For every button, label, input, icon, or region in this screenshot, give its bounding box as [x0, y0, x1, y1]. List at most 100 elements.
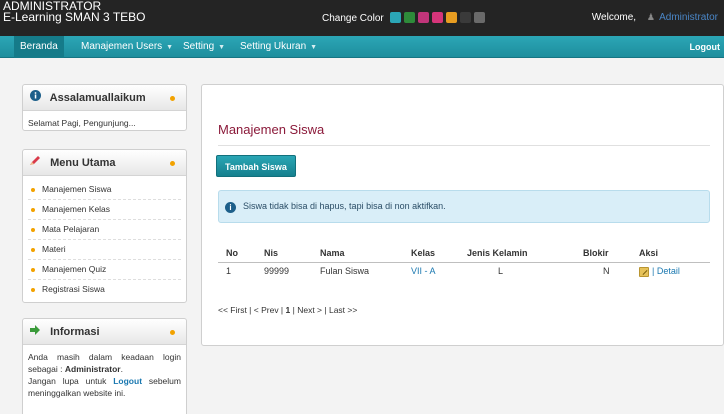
info-line2: Jangan lupa untuk — [28, 376, 114, 386]
menu-item-mata-pelajaran[interactable]: Mata Pelajaran — [28, 220, 181, 240]
color-swatch-6[interactable] — [459, 11, 471, 23]
color-swatches — [389, 11, 488, 25]
cell-nis: 99999 — [264, 266, 290, 277]
col-header-blokir: Blokir — [575, 245, 631, 263]
bullet-icon — [31, 227, 35, 232]
main-panel: Manajemen Siswa Tambah Siswa i Siswa tid… — [201, 84, 724, 346]
students-table: No Nis Nama Kelas Jenis Kelamin Blokir A… — [218, 245, 710, 280]
color-swatch-5[interactable] — [445, 11, 457, 23]
menu-item-manajemen-quiz[interactable]: Manajemen Quiz — [28, 260, 181, 280]
username-link[interactable]: Administrator — [659, 12, 718, 23]
nav-setting-label: Setting — [183, 41, 215, 52]
nav-setting-ukuran-label: Setting Ukuran — [240, 41, 307, 52]
col-header-jenis-kelamin: Jenis Kelamin — [459, 245, 575, 263]
greeting-box: Assalamuallaikum Selamat Pagi, Pengunjun… — [22, 84, 187, 131]
info-line1-end: . — [120, 364, 123, 374]
info-logout-link[interactable]: Logout — [113, 376, 142, 386]
col-header-nis: Nis — [256, 245, 312, 263]
page-title: Manajemen Siswa — [218, 122, 325, 137]
menu-item-label: Materi — [42, 244, 66, 254]
add-student-button[interactable]: Tambah Siswa — [216, 155, 296, 177]
bullet-icon — [31, 187, 35, 192]
collapse-dot-icon[interactable] — [170, 330, 175, 335]
welcome-label: Welcome, — [591, 12, 637, 23]
menu-item-label: Mata Pelajaran — [42, 224, 100, 234]
menu-box-header: Menu Utama — [23, 150, 186, 176]
cell-no: 1 — [226, 266, 232, 277]
cell-aksi: | Detail — [631, 262, 710, 280]
menu-box-title: Menu Utama — [50, 157, 116, 169]
pencil-icon — [29, 150, 41, 176]
pager-first[interactable]: << First | — [218, 305, 251, 315]
menu-box: Menu Utama Manajemen Siswa Manajemen Kel… — [22, 149, 187, 303]
menu-item-materi[interactable]: Materi — [28, 240, 181, 260]
pager-separator: | — [292, 305, 295, 315]
cell-kelas-link[interactable]: VII - A — [411, 266, 436, 276]
table-header-row: No Nis Nama Kelas Jenis Kelamin Blokir A… — [218, 245, 710, 263]
collapse-dot-icon[interactable] — [170, 96, 175, 101]
info-icon: i — [225, 202, 236, 213]
menu-item-manajemen-siswa[interactable]: Manajemen Siswa — [28, 180, 181, 200]
color-switcher: Change Color — [322, 11, 488, 25]
menu-item-manajemen-kelas[interactable]: Manajemen Kelas — [28, 200, 181, 220]
nav-manajemen-users[interactable]: Manajemen Users ▼ — [75, 36, 179, 58]
color-swatch-2[interactable] — [403, 11, 415, 23]
arrow-right-icon — [29, 319, 41, 345]
collapse-dot-icon[interactable] — [170, 161, 175, 166]
main-nav: Beranda Manajemen Users ▼ Setting ▼ Settin… — [0, 36, 724, 58]
pager-current: 1 — [285, 305, 291, 315]
brand: ADMINISTRATOR E-Learning SMAN 3 TEBO — [3, 0, 146, 24]
col-header-no: No — [218, 245, 256, 263]
cell-jenis-kelamin: L — [498, 266, 504, 277]
table-row: 1 99999 Fulan Siswa VII - A L N | Detail — [218, 262, 710, 280]
info-box-header: Informasi — [23, 319, 186, 345]
info-box: Informasi Anda masih dalam keadaan login… — [22, 318, 187, 414]
menu-item-label: Manajemen Siswa — [42, 184, 112, 194]
cell-nama: Fulan Siswa — [320, 266, 370, 277]
col-header-kelas: Kelas — [403, 245, 459, 263]
col-header-nama: Nama — [312, 245, 403, 263]
user-icon: ♟ — [646, 12, 655, 22]
greeting-text: Selamat Pagi, Pengunjung... — [28, 118, 136, 128]
nav-beranda[interactable]: Beranda — [14, 36, 64, 58]
detail-link[interactable]: | Detail — [652, 266, 680, 276]
menu-item-label: Manajemen Kelas — [42, 204, 111, 214]
color-swatch-3[interactable] — [417, 11, 429, 23]
nav-manajemen-users-label: Manajemen Users — [81, 41, 163, 52]
logout-button[interactable]: Logout — [690, 36, 721, 58]
alert-text: Siswa tidak bisa di hapus, tapi bisa di … — [243, 201, 446, 211]
nav-beranda-label: Beranda — [20, 41, 58, 52]
menu-list: Manajemen Siswa Manajemen Kelas Mata Pel… — [23, 176, 186, 302]
menu-item-label: Registrasi Siswa — [42, 284, 105, 294]
info-alert: i Siswa tidak bisa di hapus, tapi bisa d… — [218, 190, 710, 223]
welcome-area: Welcome, ♟ Administrator — [592, 12, 718, 23]
color-swatch-4[interactable] — [431, 11, 443, 23]
menu-item-registrasi-siswa[interactable]: Registrasi Siswa — [28, 280, 181, 300]
info-box-title: Informasi — [50, 326, 100, 338]
top-header: ADMINISTRATOR E-Learning SMAN 3 TEBO Cha… — [0, 0, 724, 36]
pagination: << First | < Prev | 1 | Next > | Last >> — [218, 305, 357, 315]
cell-blokir: N — [603, 266, 610, 277]
brand-site-name: E-Learning SMAN 3 TEBO — [3, 10, 146, 24]
chevron-down-icon: ▼ — [310, 44, 318, 51]
change-color-label: Change Color — [322, 12, 384, 24]
pager-last[interactable]: Last >> — [329, 305, 357, 315]
chevron-down-icon: ▼ — [218, 44, 226, 51]
menu-item-label: Manajemen Quiz — [42, 264, 107, 274]
pager-next[interactable]: Next > | — [297, 305, 326, 315]
info-icon — [29, 85, 41, 111]
edit-icon[interactable] — [639, 266, 649, 277]
greeting-box-header: Assalamuallaikum — [23, 85, 186, 111]
bullet-icon — [31, 287, 35, 292]
nav-setting-ukuran[interactable]: Setting Ukuran ▼ — [234, 36, 323, 58]
color-swatch-1[interactable] — [389, 11, 401, 23]
pager-prev[interactable]: < Prev | — [254, 305, 283, 315]
chevron-down-icon: ▼ — [166, 44, 174, 51]
color-swatch-7[interactable] — [473, 11, 485, 23]
col-header-aksi: Aksi — [631, 245, 710, 263]
info-text: Anda masih dalam keadaan login sebagai :… — [23, 345, 186, 405]
greeting-box-title: Assalamuallaikum — [49, 92, 146, 104]
bullet-icon — [31, 247, 35, 252]
title-divider — [218, 145, 710, 146]
nav-setting[interactable]: Setting ▼ — [177, 36, 231, 58]
